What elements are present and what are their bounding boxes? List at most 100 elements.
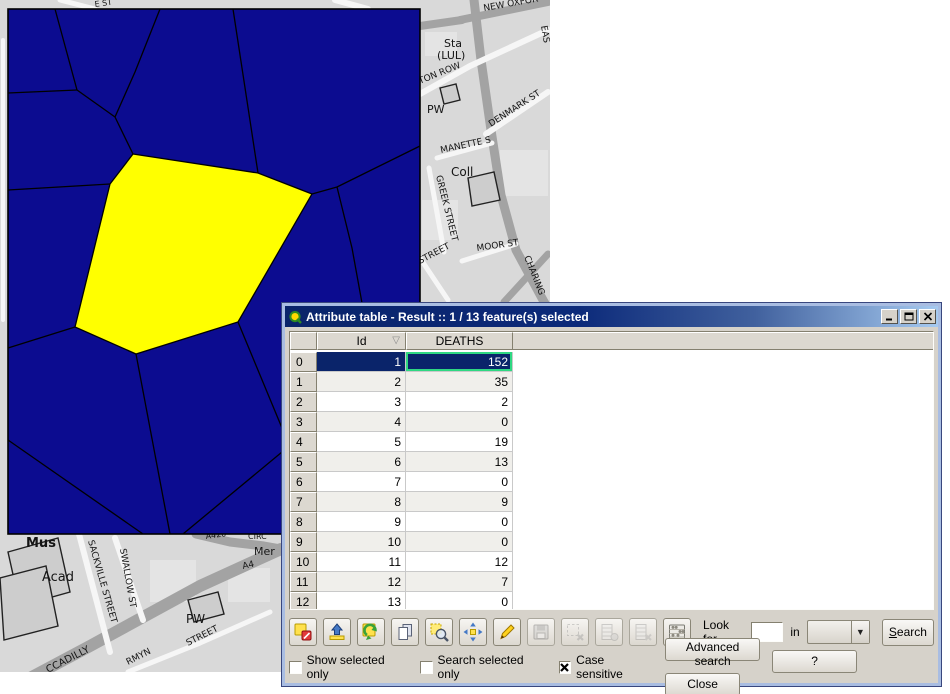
close-window-button[interactable] — [919, 309, 936, 324]
id-cell[interactable]: 9 — [317, 512, 406, 532]
row-filler — [513, 412, 933, 432]
checked-checkbox-icon[interactable] — [559, 661, 572, 674]
row-filler — [513, 512, 933, 532]
minimize-button[interactable] — [881, 309, 898, 324]
copy-rows-button[interactable] — [391, 618, 419, 646]
row-header-cell[interactable]: 10 — [290, 552, 317, 572]
search-button-label: Search — [889, 625, 927, 639]
row-header-cell[interactable]: 4 — [290, 432, 317, 452]
maximize-button[interactable] — [900, 309, 917, 324]
unchecked-checkbox-icon[interactable] — [289, 661, 302, 674]
checkbox-search-selected-only[interactable]: Search selected only — [420, 653, 545, 681]
map-label: PW — [427, 103, 445, 116]
row-header-cell[interactable]: 3 — [290, 412, 317, 432]
deaths-cell[interactable]: 19 — [406, 432, 513, 452]
id-cell[interactable]: 6 — [317, 452, 406, 472]
id-cell[interactable]: 7 — [317, 472, 406, 492]
deaths-cell[interactable]: 0 — [406, 592, 513, 610]
maximize-icon — [904, 312, 914, 321]
id-cell[interactable]: 10 — [317, 532, 406, 552]
id-cell[interactable]: 3 — [317, 392, 406, 412]
deaths-cell[interactable]: 0 — [406, 412, 513, 432]
deaths-cell[interactable]: 7 — [406, 572, 513, 592]
id-cell[interactable]: 8 — [317, 492, 406, 512]
sort-indicator-icon: ▽ — [392, 335, 400, 346]
row-header-cell[interactable]: 7 — [290, 492, 317, 512]
row-header-cell[interactable]: 1 — [290, 372, 317, 392]
building-outline — [440, 84, 460, 104]
row-header-cell[interactable]: 0 — [290, 352, 317, 372]
id-cell[interactable]: 1 — [317, 352, 406, 372]
row-filler — [513, 552, 933, 572]
row-filler — [513, 492, 933, 512]
row-filler — [513, 592, 933, 610]
deaths-cell[interactable]: 13 — [406, 452, 513, 472]
row-header-cell[interactable]: 11 — [290, 572, 317, 592]
row-header-cell[interactable]: 2 — [290, 392, 317, 412]
dialog-title: Attribute table - Result :: 1 / 13 featu… — [306, 310, 879, 324]
footer: Show selected only Search selected only Ca… — [289, 655, 934, 679]
toggle-editing-button[interactable] — [493, 618, 521, 646]
deaths-cell[interactable]: 12 — [406, 552, 513, 572]
id-cell[interactable]: 11 — [317, 552, 406, 572]
column-header-deaths[interactable]: DEATHS — [406, 332, 513, 350]
map-label: Mer — [254, 545, 275, 558]
help-button[interactable]: ? — [772, 650, 857, 673]
move-selection-to-top-button[interactable] — [323, 618, 351, 646]
row-filler — [513, 352, 933, 372]
row-filler — [513, 532, 933, 552]
row-filler — [513, 472, 933, 492]
checkbox-label: Case sensitive — [576, 653, 651, 681]
map-label: PW — [186, 612, 205, 626]
pan-to-selection-icon — [463, 622, 483, 642]
deaths-cell[interactable]: 2 — [406, 392, 513, 412]
column-label: Id — [356, 334, 366, 348]
deaths-cell[interactable]: 152 — [406, 352, 513, 372]
checkbox-case-sensitive[interactable]: Case sensitive — [559, 653, 652, 681]
zoom-to-selection-icon — [429, 622, 449, 642]
column-label: DEATHS — [436, 334, 484, 348]
id-cell[interactable]: 12 — [317, 572, 406, 592]
id-cell[interactable]: 4 — [317, 412, 406, 432]
row-header-cell[interactable]: 6 — [290, 472, 317, 492]
row-header-cell[interactable]: 8 — [290, 512, 317, 532]
checkbox-show-selected-only[interactable]: Show selected only — [289, 653, 406, 681]
advanced-search-button[interactable]: Advanced search — [665, 638, 760, 661]
map-label: Coll — [451, 165, 473, 179]
id-cell[interactable]: 2 — [317, 372, 406, 392]
id-cell[interactable]: 13 — [317, 592, 406, 610]
column-header-id[interactable]: Id ▽ — [317, 332, 406, 350]
deaths-cell[interactable]: 0 — [406, 512, 513, 532]
close-icon — [923, 312, 933, 321]
zoom-to-selection-button[interactable] — [425, 618, 453, 646]
delete-features-icon — [565, 622, 585, 642]
table-corner-cell[interactable] — [290, 332, 317, 350]
header-filler — [513, 332, 933, 350]
toggle-editing-icon — [497, 622, 517, 642]
id-cell[interactable]: 5 — [317, 432, 406, 452]
save-edits-icon — [531, 622, 551, 642]
row-header-cell[interactable]: 9 — [290, 532, 317, 552]
row-filler — [513, 452, 933, 472]
row-header-cell[interactable]: 12 — [290, 592, 317, 610]
save-edits-button — [527, 618, 555, 646]
invert-selection-button[interactable] — [357, 618, 385, 646]
deaths-cell[interactable]: 0 — [406, 532, 513, 552]
pan-to-selection-button[interactable] — [459, 618, 487, 646]
deaths-cell[interactable]: 0 — [406, 472, 513, 492]
new-column-button — [595, 618, 623, 646]
dialog-title-bar[interactable]: Attribute table - Result :: 1 / 13 featu… — [285, 306, 938, 327]
move-selection-to-top-icon — [327, 622, 347, 642]
screen: NEW OXFOREASSta(LUL)TON ROWPWDENMARK STM… — [0, 0, 950, 694]
deaths-cell[interactable]: 9 — [406, 492, 513, 512]
close-button[interactable]: Close — [665, 673, 740, 694]
invert-selection-icon — [361, 622, 381, 642]
row-header-cell[interactable]: 5 — [290, 452, 317, 472]
minimize-icon — [885, 312, 895, 321]
unselect-all-button[interactable] — [289, 618, 317, 646]
row-filler — [513, 372, 933, 392]
deaths-cell[interactable]: 35 — [406, 372, 513, 392]
delete-column-icon — [633, 622, 653, 642]
attribute-table: Id▽DEATHS0115212352323404519561367078989… — [289, 331, 934, 610]
unchecked-checkbox-icon[interactable] — [420, 661, 433, 674]
